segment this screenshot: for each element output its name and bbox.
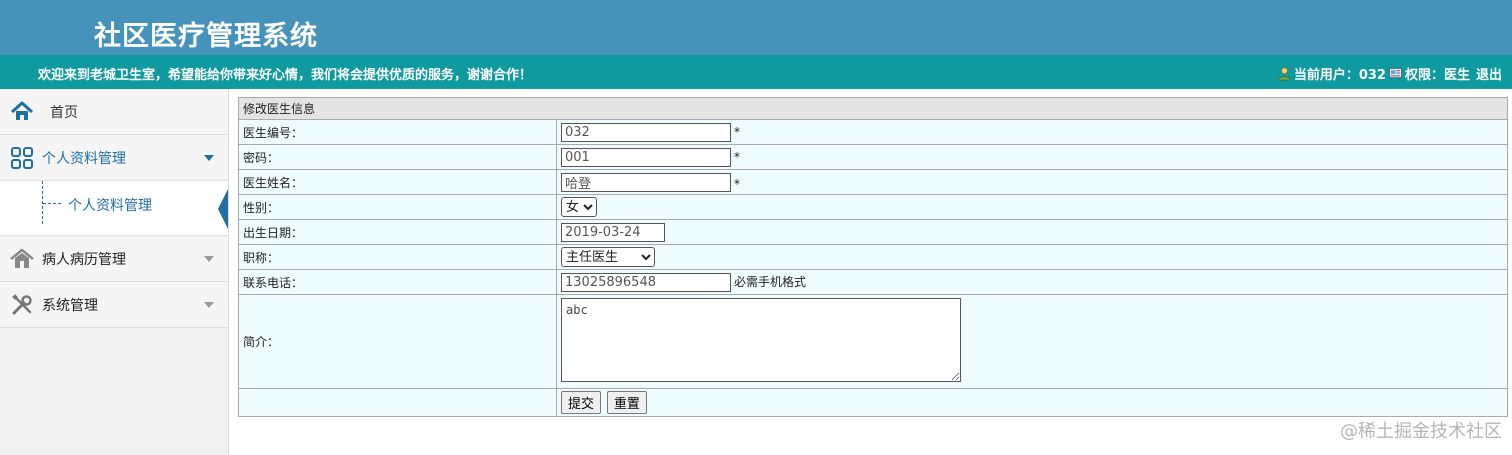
- sidebar-submenu-personal: 个人资料管理: [0, 181, 228, 236]
- user-icon: [1278, 67, 1291, 81]
- phone-hint: 必需手机格式: [734, 274, 807, 289]
- sidebar-item-label: 个人资料管理: [42, 150, 126, 167]
- form-row-title: 职称： 主任医生: [238, 244, 1508, 270]
- intro-cell: abc: [556, 294, 1508, 389]
- gender-cell: 女: [556, 194, 1508, 220]
- app-title: 社区医疗管理系统: [94, 21, 318, 52]
- main-content: 修改医生信息 医生编号： * 密码： * 医生姓名： * 性别： 女: [238, 97, 1508, 417]
- sidebar-item-label: 系统管理: [42, 297, 98, 314]
- id-cell: *: [556, 119, 1508, 145]
- form-row-password: 密码： *: [238, 144, 1508, 170]
- user-info: 当前用户：032 权限：医生 退出: [1277, 64, 1502, 83]
- chevron-down-icon: [204, 155, 214, 161]
- required-mark: *: [734, 176, 740, 191]
- birth-label: 出生日期：: [238, 219, 557, 245]
- form-row-phone: 联系电话： 必需手机格式: [238, 269, 1508, 295]
- current-user: 当前用户：032: [1293, 68, 1386, 83]
- actions-cell: 提交 重置: [556, 388, 1508, 417]
- form-heading: 修改医生信息: [238, 97, 1508, 120]
- phone-label: 联系电话：: [238, 269, 557, 295]
- tools-icon: [12, 294, 32, 315]
- welcome-message: 欢迎来到老城卫生室，希望能给你带来好心情，我们将会提供优质的服务，谢谢合作！: [38, 68, 533, 83]
- password-label: 密码：: [238, 144, 557, 170]
- home-icon: [10, 101, 34, 120]
- birth-cell: [556, 219, 1508, 245]
- gender-select[interactable]: 女: [561, 197, 597, 217]
- actions-empty-cell: [238, 388, 557, 417]
- form-header-row: 修改医生信息: [238, 97, 1508, 120]
- edit-doctor-form: 修改医生信息 医生编号： * 密码： * 医生姓名： * 性别： 女: [238, 97, 1508, 417]
- grid-icon: [11, 147, 33, 169]
- permission-text: 权限：医生: [1404, 68, 1470, 83]
- form-row-gender: 性别： 女: [238, 194, 1508, 220]
- logout-link[interactable]: 退出: [1476, 64, 1502, 83]
- id-label: 医生编号：: [238, 119, 557, 145]
- required-mark: *: [734, 149, 740, 164]
- sidebar-item-home[interactable]: 首页: [0, 89, 228, 135]
- job-title-select[interactable]: 主任医生: [561, 247, 655, 267]
- birth-date-input[interactable]: [561, 222, 665, 242]
- form-row-id: 医生编号： *: [238, 119, 1508, 145]
- doctor-name-input[interactable]: [561, 172, 731, 192]
- name-cell: *: [556, 169, 1508, 195]
- name-label: 医生姓名：: [238, 169, 557, 195]
- sidebar-item-system[interactable]: 系统管理: [0, 282, 228, 328]
- form-row-intro: 简介： abc: [238, 294, 1508, 389]
- tree-branch: [43, 203, 61, 204]
- house-icon: [10, 248, 34, 268]
- chevron-down-icon: [204, 256, 214, 262]
- sidebar: 首页 个人资料管理 个人资料管理 病人病历管理 系统管理: [0, 89, 229, 455]
- form-row-birth: 出生日期：: [238, 219, 1508, 245]
- phone-input[interactable]: [561, 272, 731, 292]
- intro-textarea[interactable]: abc: [561, 298, 961, 382]
- sidebar-subitem-personal[interactable]: 个人资料管理: [68, 195, 152, 215]
- sidebar-item-label: 病人病历管理: [42, 251, 126, 268]
- title-cell: 主任医生: [556, 244, 1508, 270]
- intro-label: 简介：: [238, 294, 557, 389]
- welcome-bar: 欢迎来到老城卫生室，希望能给你带来好心情，我们将会提供优质的服务，谢谢合作！ 当…: [0, 55, 1512, 89]
- sidebar-item-personal[interactable]: 个人资料管理: [0, 135, 228, 181]
- sidebar-item-label: 首页: [50, 104, 78, 121]
- password-input[interactable]: [561, 147, 731, 167]
- watermark: @稀土掘金技术社区: [1340, 421, 1502, 442]
- title-label: 职称：: [238, 244, 557, 270]
- sidebar-item-records[interactable]: 病人病历管理: [0, 236, 228, 282]
- form-row-actions: 提交 重置: [238, 388, 1508, 417]
- required-mark: *: [734, 124, 740, 139]
- form-row-name: 医生姓名： *: [238, 169, 1508, 195]
- active-pointer-icon: [218, 189, 228, 229]
- gender-label: 性别：: [238, 194, 557, 220]
- password-cell: *: [556, 144, 1508, 170]
- doctor-id-input[interactable]: [561, 122, 731, 142]
- submit-button[interactable]: 提交: [561, 391, 602, 414]
- reset-button[interactable]: 重置: [606, 391, 647, 414]
- phone-cell: 必需手机格式: [556, 269, 1508, 295]
- permission-icon: [1388, 67, 1403, 79]
- top-banner: 社区医疗管理系统: [0, 0, 1512, 55]
- chevron-down-icon: [204, 302, 214, 308]
